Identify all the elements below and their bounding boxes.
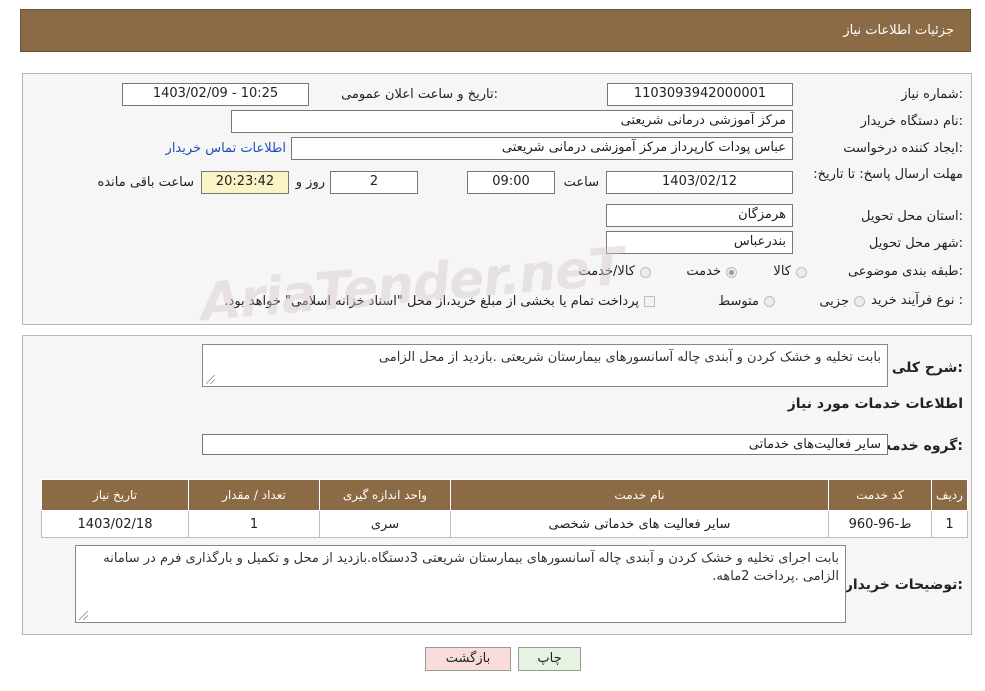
requester-label: ایجاد کننده درخواست: [843, 141, 963, 156]
category-option-goods: کالا [773, 264, 791, 279]
deadline-days-field: 2 [330, 171, 418, 194]
buyer-notes-text: بابت اجرای تخلیه و خشک کردن و آبندی چاله… [103, 551, 839, 584]
purchase-type-option-medium: متوسط [718, 294, 759, 309]
summary-text: بابت تخلیه و خشک کردن و آبندی چاله آسانس… [378, 350, 881, 365]
need-details-panel: شرح کلی نیاز: بابت تخلیه و خشک کردن و آب… [22, 335, 972, 635]
print-button[interactable]: چاپ [518, 647, 581, 671]
remaining-time-label: ساعت باقی مانده [97, 175, 194, 190]
deadline-time-label: ساعت [563, 175, 599, 190]
remaining-time-field: 20:23:42 [201, 171, 289, 194]
treasury-payment-checkbox[interactable] [644, 296, 655, 307]
deadline-days-label: روز و [295, 175, 325, 190]
deadline-time-field: 09:00 [467, 171, 555, 194]
need-number-label: شماره نیاز: [901, 87, 963, 102]
purchase-type-radio-minor[interactable] [854, 296, 865, 307]
col-header-need-date: تاریخ نیاز [41, 479, 189, 511]
category-radio-service[interactable] [726, 267, 737, 278]
announce-datetime-field: 1403/02/09 - 10:25 [122, 83, 309, 106]
category-label: طبقه بندی موضوعی: [847, 264, 963, 279]
requester-field: عباس پودات کارپرداز مرکز آموزشی درمانی ش… [291, 137, 793, 160]
category-option-service: خدمت [686, 264, 721, 279]
purchase-type-option-minor: جزیی [819, 294, 849, 309]
cell-service-code: ط-96-960 [828, 510, 932, 538]
service-group-field: سایر فعالیت‌های خدماتی [202, 434, 888, 455]
need-info-panel: شماره نیاز: 1103093942000001 تاریخ و ساع… [22, 73, 972, 325]
col-header-row-number: ردیف [931, 479, 968, 511]
province-field: هرمزگان [606, 204, 793, 227]
buyer-contact-link[interactable]: اطلاعات تماس خریدار [166, 141, 286, 156]
table-header-row: ردیف کد خدمت نام خدمت واحد اندازه گیری ت… [41, 479, 968, 511]
deadline-label: مهلت ارسال پاسخ: تا تاریخ: [813, 167, 963, 182]
col-header-service-name: نام خدمت [450, 479, 829, 511]
category-option-goods-service: کالا/خدمت [578, 264, 635, 279]
city-field: بندرعباس [606, 231, 793, 254]
buyer-notes-textarea[interactable]: بابت اجرای تخلیه و خشک کردن و آبندی چاله… [75, 545, 846, 623]
resize-grip-icon[interactable] [206, 375, 215, 384]
buyer-org-field: مرکز آموزشی درمانی شریعتی [231, 110, 793, 133]
buyer-notes-label: توضیحات خریدار: [844, 577, 963, 593]
service-group-label: گروه خدمت: [877, 438, 963, 454]
category-radio-goods-service[interactable] [640, 267, 651, 278]
page-header: جزئیات اطلاعات نیاز [20, 9, 971, 52]
page-title: جزئیات اطلاعات نیاز [843, 23, 954, 38]
services-table: ردیف کد خدمت نام خدمت واحد اندازه گیری ت… [41, 479, 968, 538]
category-radio-goods[interactable] [796, 267, 807, 278]
province-label: استان محل تحویل: [861, 209, 963, 224]
announce-datetime-label: تاریخ و ساعت اعلان عمومی: [341, 87, 498, 102]
col-header-service-code: کد خدمت [828, 479, 932, 511]
buyer-org-label: نام دستگاه خریدار: [860, 114, 963, 129]
city-label: شهر محل تحویل: [868, 236, 963, 251]
cell-unit: سری [319, 510, 451, 538]
cell-need-date: 1403/02/18 [41, 510, 189, 538]
cell-service-name: سایر فعالیت های خدماتی شخصی [450, 510, 829, 538]
col-header-unit: واحد اندازه گیری [319, 479, 451, 511]
treasury-payment-note: پرداخت تمام یا بخشی از مبلغ خرید،از محل … [224, 294, 639, 309]
purchase-type-label: نوع فرآیند خرید : [871, 293, 963, 308]
need-number-field: 1103093942000001 [607, 83, 793, 106]
cell-quantity: 1 [188, 510, 320, 538]
summary-textarea[interactable]: بابت تخلیه و خشک کردن و آبندی چاله آسانس… [202, 344, 888, 387]
table-row: 1 ط-96-960 سایر فعالیت های خدماتی شخصی س… [41, 510, 968, 538]
back-button[interactable]: بازگشت [425, 647, 511, 671]
cell-row-number: 1 [931, 510, 968, 538]
deadline-date-field: 1403/02/12 [606, 171, 793, 194]
col-header-quantity: تعداد / مقدار [188, 479, 320, 511]
purchase-type-radio-medium[interactable] [764, 296, 775, 307]
services-section-title: اطلاعات خدمات مورد نیاز [787, 396, 963, 412]
resize-grip-icon[interactable] [79, 611, 88, 620]
